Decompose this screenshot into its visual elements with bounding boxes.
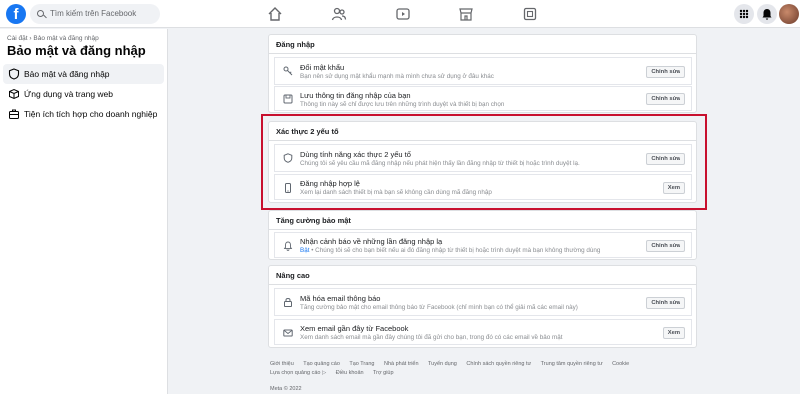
- friends-icon[interactable]: [331, 6, 347, 22]
- breadcrumb[interactable]: Cài đặt › Bảo mật và đăng nhập: [7, 35, 99, 42]
- top-navigation-bar: f Tìm kiếm trên Facebook: [0, 0, 800, 28]
- advanced-section: Nâng cao Mã hóa email thông báo Tăng cườ…: [268, 265, 697, 348]
- copyright: Meta © 2022: [270, 386, 302, 392]
- bell-icon: [762, 9, 772, 20]
- row-description-text: • Chúng tôi sẽ cho bạn biết nếu ai đó đă…: [309, 247, 601, 254]
- sidebar-item-label: Bảo mật và đăng nhập: [24, 69, 110, 79]
- menu-grid-button[interactable]: [734, 4, 754, 24]
- footer-links-row-1: Giới thiệu Tạo quảng cáo Tạo Trang Nhà p…: [270, 361, 637, 367]
- footer-link[interactable]: Lựa chọn quảng cáo ▷: [270, 370, 326, 376]
- section-title: Đăng nhập: [269, 35, 696, 54]
- footer-link[interactable]: Nhà phát triển: [384, 361, 419, 367]
- gaming-icon[interactable]: [522, 6, 538, 22]
- search-placeholder: Tìm kiếm trên Facebook: [50, 9, 137, 18]
- sidebar-item-security[interactable]: Bảo mật và đăng nhập: [3, 64, 164, 84]
- key-icon: [283, 66, 293, 76]
- page-title: Bảo mật và đăng nhập: [7, 43, 146, 58]
- footer-link[interactable]: Tạo Trang: [349, 361, 374, 367]
- edit-button[interactable]: Chỉnh sửa: [646, 93, 685, 105]
- sidebar-item-apps[interactable]: Ứng dụng và trang web: [3, 84, 164, 104]
- avatar[interactable]: [779, 4, 799, 24]
- notifications-button[interactable]: [757, 4, 777, 24]
- row-title: Lưu thông tin đăng nhập của bạn: [300, 91, 411, 100]
- footer-link[interactable]: Trợ giúp: [373, 370, 394, 376]
- watch-icon[interactable]: [395, 6, 411, 22]
- encrypted-notification-emails-row[interactable]: Mã hóa email thông báo Tăng cường bảo mậ…: [274, 288, 692, 316]
- mail-icon: [283, 329, 293, 337]
- save-login-info-row[interactable]: Lưu thông tin đăng nhập của bạn Thông ti…: [274, 86, 692, 111]
- footer-link[interactable]: Trung tâm quyền riêng tư: [541, 361, 603, 367]
- edit-button[interactable]: Chỉnh sửa: [646, 66, 685, 78]
- row-description: Bạn nên sử dụng mật khẩu mạnh mà mình ch…: [300, 73, 494, 80]
- footer-links-row-2: Lựa chọn quảng cáo ▷ Điều khoản Trợ giúp: [270, 370, 402, 376]
- recent-emails-row[interactable]: Xem email gần đây từ Facebook Xem danh s…: [274, 319, 692, 345]
- sidebar-item-label: Tiện ích tích hợp cho doanh nghiệp: [24, 109, 158, 119]
- sidebar-item-business-integrations[interactable]: Tiện ích tích hợp cho doanh nghiệp: [3, 104, 164, 124]
- unrecognized-login-alerts-row[interactable]: Nhận cảnh báo về những lần đăng nhập lạ …: [274, 232, 692, 258]
- edit-button[interactable]: Chỉnh sửa: [646, 240, 685, 252]
- row-title: Xem email gần đây từ Facebook: [300, 324, 409, 333]
- marketplace-icon[interactable]: [458, 6, 474, 22]
- footer-link[interactable]: Cookie: [612, 361, 629, 367]
- footer-link[interactable]: Điều khoản: [336, 370, 364, 376]
- footer-link[interactable]: Tuyển dụng: [428, 361, 457, 367]
- change-password-row[interactable]: Đổi mật khẩu Bạn nên sử dụng mật khẩu mạ…: [274, 57, 692, 85]
- edit-button[interactable]: Chỉnh sửa: [646, 297, 685, 309]
- section-title: Tăng cường bảo mật: [269, 211, 696, 230]
- grid-icon: [739, 9, 749, 19]
- briefcase-icon: [9, 109, 19, 119]
- login-section: Đăng nhập Đổi mật khẩu Bạn nên sử dụng m…: [268, 34, 697, 113]
- facebook-logo-icon[interactable]: f: [6, 4, 26, 24]
- row-description: Thông tin này sẽ chỉ được lưu trên những…: [300, 101, 505, 108]
- row-description: Bật • Chúng tôi sẽ cho bạn biết nếu ai đ…: [300, 247, 600, 254]
- footer-link[interactable]: Chính sách quyền riêng tư: [466, 361, 531, 367]
- save-icon: [283, 94, 293, 104]
- search-icon: [37, 10, 44, 17]
- row-title: Đổi mật khẩu: [300, 63, 345, 72]
- sidebar-item-label: Ứng dụng và trang web: [24, 89, 114, 99]
- search-input[interactable]: Tìm kiếm trên Facebook: [30, 4, 160, 24]
- row-title: Mã hóa email thông báo: [300, 294, 381, 303]
- shield-icon: [8, 68, 20, 80]
- row-description: Xem danh sách email mà gần đây chúng tôi…: [300, 334, 563, 341]
- section-title: Nâng cao: [269, 266, 696, 285]
- view-button[interactable]: Xem: [662, 327, 685, 339]
- box-icon: [9, 88, 19, 100]
- bell-icon: [283, 241, 293, 251]
- highlight-box: [261, 114, 707, 210]
- home-icon[interactable]: [267, 6, 283, 22]
- settings-sidebar: Cài đặt › Bảo mật và đăng nhập Bảo mật v…: [0, 29, 168, 394]
- row-title: Nhận cảnh báo về những lần đăng nhập lạ: [300, 237, 443, 246]
- lock-icon: [284, 298, 292, 307]
- row-description: Tăng cường bảo mật cho email thông báo t…: [300, 304, 578, 311]
- footer-link[interactable]: Tạo quảng cáo: [303, 361, 340, 367]
- footer-link[interactable]: Giới thiệu: [270, 361, 294, 367]
- extra-security-section: Tăng cường bảo mật Nhận cảnh báo về nhữn…: [268, 210, 697, 260]
